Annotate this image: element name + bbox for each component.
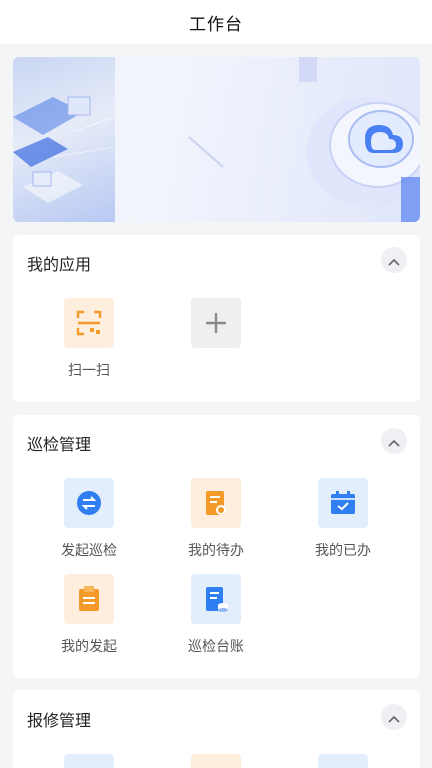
app-my-done[interactable]: 我的已办 <box>293 478 393 560</box>
chevron-up-icon <box>388 432 400 451</box>
plus-icon <box>191 298 241 348</box>
banner-illustration <box>13 57 420 222</box>
app-label: 巡检台账 <box>188 639 244 655</box>
chevron-up-icon <box>388 251 400 270</box>
app-start-inspection[interactable]: 发起巡检 <box>39 478 139 560</box>
chevron-up-icon <box>388 708 400 727</box>
scan-icon <box>64 298 114 348</box>
section-title-my-apps: 我的应用 <box>27 255 92 274</box>
app-scan[interactable]: 扫一扫 <box>39 298 139 380</box>
repair-app-icon-3[interactable] <box>318 754 368 768</box>
inspection-card: 巡检管理 发起巡检 我的待办 我的已办 我的发起 巡检台账 <box>13 415 420 678</box>
repair-app-icon-2[interactable] <box>191 754 241 768</box>
collapse-inspection-button[interactable] <box>381 428 407 454</box>
page-title: 工作台 <box>189 14 243 35</box>
top-bar: 工作台 <box>0 0 432 44</box>
app-label: 我的待办 <box>188 543 244 559</box>
swap-arrows-icon <box>64 478 114 528</box>
repair-app-icon-1[interactable] <box>64 754 114 768</box>
app-my-todo[interactable]: 我的待办 <box>166 478 266 560</box>
banner-carousel[interactable] <box>13 57 420 222</box>
repair-card: 报修管理 <box>13 690 420 768</box>
todo-document-icon <box>191 478 241 528</box>
ledger-icon <box>191 574 241 624</box>
app-inspection-ledger[interactable]: 巡检台账 <box>166 574 266 656</box>
collapse-repair-button[interactable] <box>381 704 407 730</box>
app-label: 发起巡检 <box>61 543 117 559</box>
section-title-inspection: 巡检管理 <box>27 435 92 454</box>
app-label: 我的发起 <box>61 639 117 655</box>
clipboard-icon <box>64 574 114 624</box>
app-add[interactable] <box>166 298 266 348</box>
section-title-repair: 报修管理 <box>27 711 92 730</box>
app-label: 扫一扫 <box>68 363 110 379</box>
app-my-initiated[interactable]: 我的发起 <box>39 574 139 656</box>
app-label: 我的已办 <box>315 543 371 559</box>
calendar-check-icon <box>318 478 368 528</box>
my-apps-card: 我的应用 扫一扫 <box>13 235 420 402</box>
collapse-my-apps-button[interactable] <box>381 247 407 273</box>
